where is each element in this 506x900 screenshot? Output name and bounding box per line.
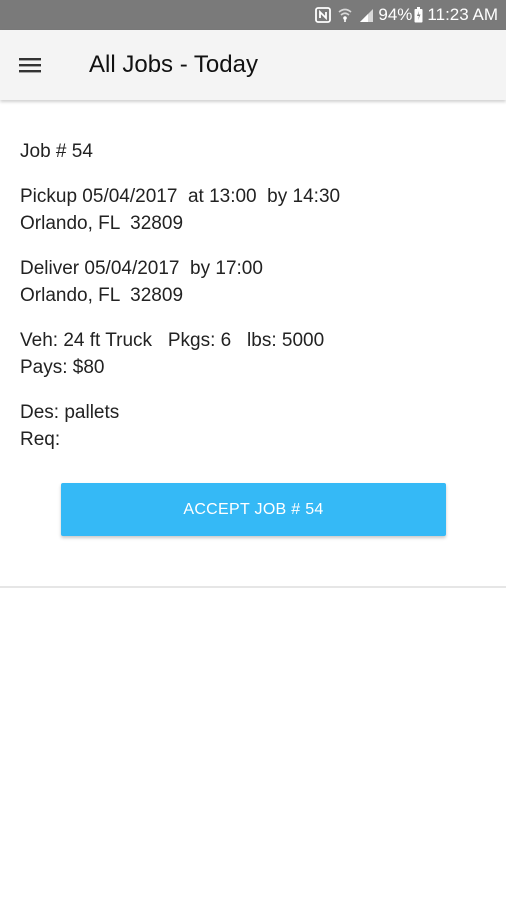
pay-amount: Pays: $80 — [20, 357, 105, 378]
job-number: Job # 54 — [20, 141, 93, 162]
job-description: Des: pallets — [20, 402, 120, 423]
accept-job-button[interactable]: ACCEPT JOB # 54 — [61, 483, 446, 536]
job-requirements: Req: — [20, 429, 61, 450]
battery-percent: 94% — [378, 5, 413, 24]
signal-icon — [359, 8, 374, 23]
vehicle-details: Veh: 24 ft Truck Pkgs: 6 lbs: 5000 — [20, 330, 325, 351]
wifi-icon — [337, 7, 353, 23]
status-bar: 94% 11:23 AM — [0, 0, 506, 30]
page-title: All Jobs - Today — [89, 51, 258, 78]
nfc-icon — [315, 7, 332, 23]
pickup-datetime: Pickup 05/04/2017 at 13:00 by 14:30 — [20, 186, 341, 207]
hamburger-menu-button[interactable] — [0, 30, 60, 100]
pickup-location: Orlando, FL 32809 — [20, 213, 184, 234]
battery-icon — [414, 7, 423, 23]
status-time: 11:23 AM — [427, 5, 498, 24]
deliver-location: Orlando, FL 32809 — [20, 285, 184, 306]
hamburger-menu-icon — [19, 58, 41, 73]
job-card[interactable]: Job # 54 Pickup 05/04/2017 at 13:00 by 1… — [0, 100, 506, 588]
app-bar: All Jobs - Today — [0, 30, 506, 100]
deliver-datetime: Deliver 05/04/2017 by 17:00 — [20, 258, 263, 279]
